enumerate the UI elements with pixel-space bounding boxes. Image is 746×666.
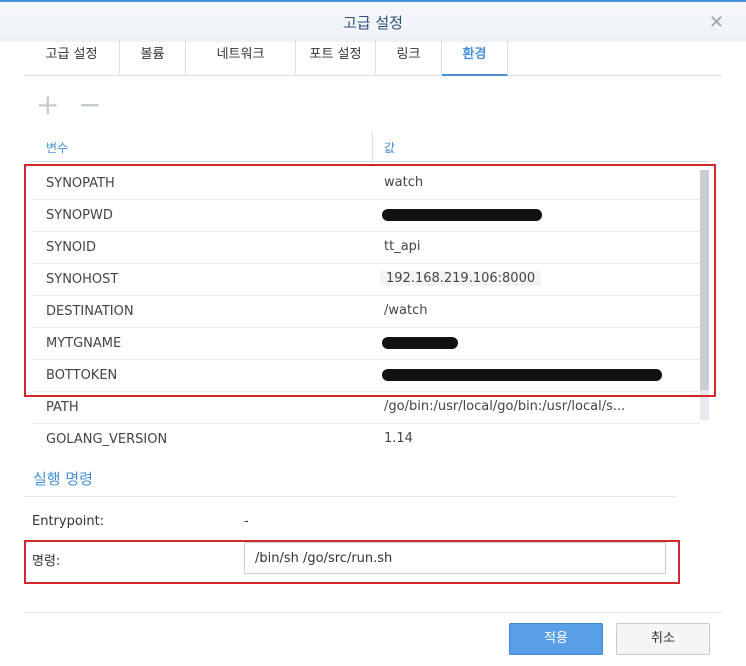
minus-icon[interactable]: − [78, 90, 101, 120]
env-var-name: PATH [46, 400, 79, 415]
column-divider [372, 132, 373, 162]
section-title-run-command: 실행 명령 [33, 470, 93, 488]
tab-links[interactable]: 링크 [376, 40, 442, 76]
close-icon[interactable]: ✕ [709, 12, 724, 33]
footer-divider [24, 612, 722, 613]
env-var-value[interactable]: 1.14 [384, 431, 413, 446]
tab-port-settings[interactable]: 포트 설정 [296, 40, 376, 76]
cancel-button[interactable]: 취소 [616, 623, 710, 655]
dialog-title: 고급 설정 [343, 14, 403, 32]
dialog-titlebar: 고급 설정 ✕ [0, 0, 746, 42]
env-var-name: GOLANG_VERSION [46, 432, 168, 447]
section-divider [24, 496, 676, 497]
table-row[interactable]: GOLANG_VERSION 1.14 [32, 424, 700, 456]
highlight-box-env-vars [24, 164, 716, 397]
entrypoint-value: - [244, 514, 249, 529]
entrypoint-label: Entrypoint: [32, 514, 105, 529]
tab-bar: 고급 설정 볼륨 네트워크 포트 설정 링크 환경 [24, 40, 722, 76]
tab-environment[interactable]: 환경 [442, 40, 508, 76]
highlight-box-command [24, 540, 680, 584]
env-var-value[interactable]: /go/bin:/usr/local/go/bin:/usr/local/s..… [384, 399, 625, 414]
env-table-header: 변수 값 [32, 132, 710, 162]
column-header-value[interactable]: 값 [384, 139, 395, 156]
plus-icon[interactable]: + [36, 90, 59, 120]
tab-volume[interactable]: 볼륨 [120, 40, 186, 76]
tab-advanced-settings[interactable]: 고급 설정 [24, 40, 120, 76]
tab-network[interactable]: 네트워크 [186, 40, 296, 76]
column-header-variable[interactable]: 변수 [46, 139, 68, 156]
apply-button[interactable]: 적용 [509, 623, 603, 655]
